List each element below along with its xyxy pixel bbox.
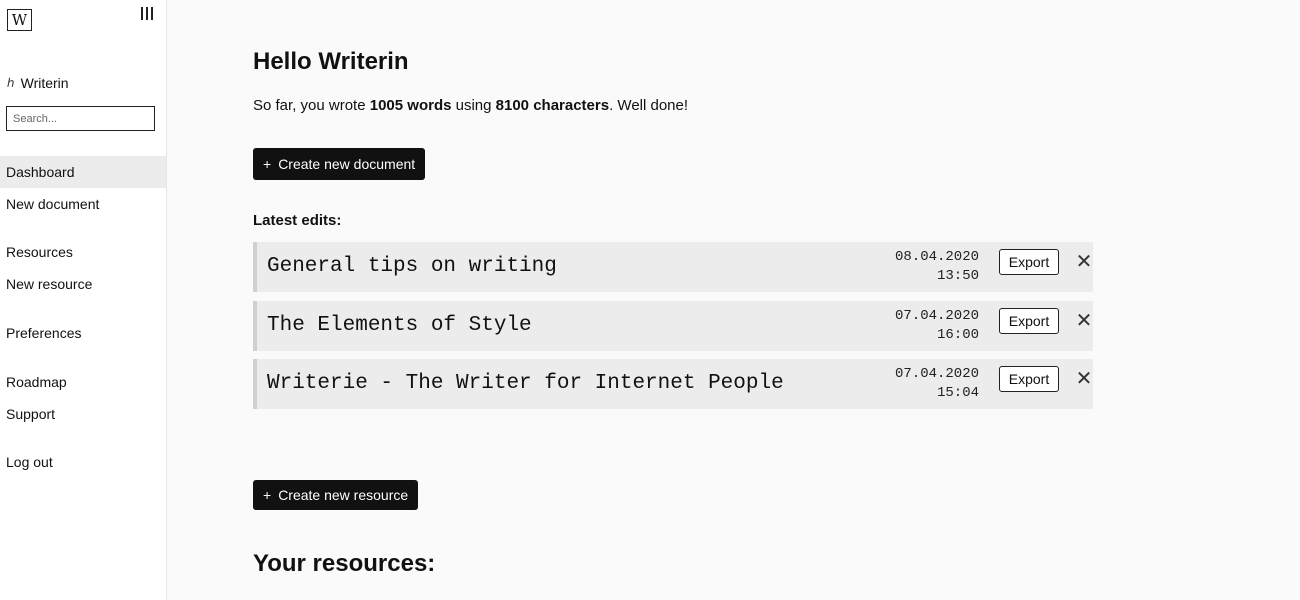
summary-middle: using <box>451 97 496 114</box>
app-logo[interactable]: W <box>7 9 32 31</box>
character-count: 8100 characters <box>495 97 610 114</box>
document-title[interactable]: The Elements of Style <box>267 314 532 337</box>
create-document-button[interactable]: + Create new document <box>253 148 426 180</box>
document-timestamp: 07.04.2020 15:04 <box>893 365 979 403</box>
search-input[interactable] <box>6 106 155 131</box>
nav-dashboard[interactable]: Dashboard <box>0 156 166 188</box>
nav-resources[interactable]: Resources <box>0 236 166 268</box>
close-icon[interactable]: ✕ <box>1073 249 1095 275</box>
nav-support[interactable]: Support <box>0 398 166 430</box>
username: Writerin <box>20 75 69 91</box>
close-icon[interactable]: ✕ <box>1073 366 1095 392</box>
summary-suffix: . Well done! <box>609 97 689 114</box>
nav-new-document[interactable]: New document <box>0 188 166 220</box>
document-timestamp: 07.04.2020 16:00 <box>893 307 979 345</box>
page-title: Hello Writerin <box>253 48 409 75</box>
main-content: Hello Writerin So far, you wrote 1005 wo… <box>253 0 1293 600</box>
word-count: 1005 words <box>369 97 452 114</box>
document-row: Writerie - The Writer for Internet Peopl… <box>253 359 1093 409</box>
document-row: The Elements of Style 07.04.2020 16:00 E… <box>253 301 1093 351</box>
document-time: 13:50 <box>936 268 979 284</box>
document-title[interactable]: Writerie - The Writer for Internet Peopl… <box>267 372 784 395</box>
export-button[interactable]: Export <box>999 249 1059 275</box>
menu-bar <box>151 7 153 20</box>
menu-toggle-icon[interactable] <box>141 7 153 21</box>
document-date: 08.04.2020 <box>894 249 979 265</box>
document-time: 16:00 <box>936 327 979 343</box>
document-title[interactable]: General tips on writing <box>267 255 557 278</box>
nav-roadmap[interactable]: Roadmap <box>0 366 166 398</box>
user-icon: ℎ <box>7 76 15 90</box>
export-button[interactable]: Export <box>999 366 1059 392</box>
document-time: 15:04 <box>936 385 979 401</box>
create-document-label: Create new document <box>278 156 416 172</box>
plus-icon: + <box>263 156 272 172</box>
create-resource-label: Create new resource <box>278 487 409 503</box>
sidebar: W ℎ Writerin Dashboard New document Reso… <box>0 0 167 600</box>
document-date: 07.04.2020 <box>894 366 979 382</box>
nav-preferences[interactable]: Preferences <box>0 317 166 349</box>
writing-summary: So far, you wrote 1005 words using 8100 … <box>253 97 688 114</box>
export-button[interactable]: Export <box>999 308 1059 334</box>
summary-prefix: So far, you wrote <box>253 97 370 114</box>
user-profile[interactable]: ℎ Writerin <box>7 75 69 91</box>
menu-bar <box>141 7 143 20</box>
latest-edits-heading: Latest edits: <box>253 212 342 229</box>
menu-bar <box>146 7 148 20</box>
document-timestamp: 08.04.2020 13:50 <box>893 248 979 286</box>
plus-icon: + <box>263 487 272 503</box>
create-resource-button[interactable]: + Create new resource <box>253 480 419 510</box>
close-icon[interactable]: ✕ <box>1073 308 1095 334</box>
nav-log-out[interactable]: Log out <box>0 446 166 478</box>
document-row: General tips on writing 08.04.2020 13:50… <box>253 242 1093 292</box>
nav-new-resource[interactable]: New resource <box>0 268 166 300</box>
resources-heading: Your resources: <box>253 550 436 577</box>
document-date: 07.04.2020 <box>894 308 979 324</box>
